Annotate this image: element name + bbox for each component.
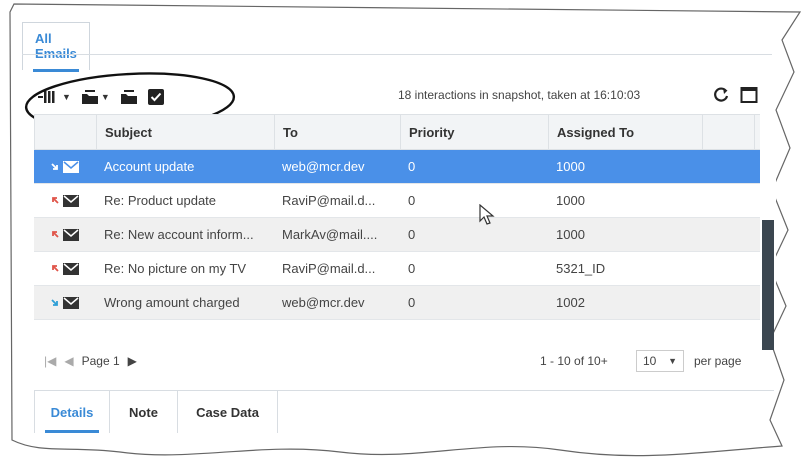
tab-divider: [22, 54, 772, 55]
table-row[interactable]: Account update web@mcr.dev 0 1000: [34, 150, 774, 184]
cell-assigned-to: 1002: [556, 295, 585, 310]
header-spare: [703, 115, 755, 149]
cell-priority: 0: [408, 193, 416, 208]
tab-all-emails-label: All Emails: [35, 31, 77, 61]
table-row[interactable]: Re: No picture on my TV RaviP@mail.d... 0 5…: [34, 252, 774, 286]
active-tab-indicator: [45, 430, 99, 433]
cell-assigned-to: 1000: [556, 159, 585, 174]
tab-note-label: Note: [129, 404, 158, 420]
cell-to: web@mcr.dev: [282, 159, 365, 174]
tab-note[interactable]: Note: [110, 391, 178, 433]
cell-subject: Account update: [104, 159, 195, 174]
cell-spare: [702, 218, 754, 251]
email-icon: [63, 296, 79, 309]
cell-spare: [702, 286, 754, 319]
email-icon: [63, 160, 79, 173]
cell-spare: [702, 184, 754, 217]
cell-priority: 0: [408, 295, 416, 310]
cell-assigned-to: 5321_ID: [556, 261, 606, 276]
table-row[interactable]: Wrong amount charged web@mcr.dev 0 1002: [34, 286, 774, 320]
cell-to: RaviP@mail.d...: [282, 261, 376, 276]
previous-page-icon[interactable]: ◀: [64, 354, 73, 368]
cell-assigned-to: 1000: [556, 227, 585, 242]
cell-priority: 0: [408, 227, 416, 242]
tab-details[interactable]: Details: [34, 391, 110, 433]
cell-assigned-to: 1000: [556, 193, 585, 208]
row-status: [34, 252, 96, 285]
outbound-arrow-icon: [52, 231, 59, 238]
cell-subject: Wrong amount charged: [104, 295, 240, 310]
cell-subject: Re: No picture on my TV: [104, 261, 247, 276]
tab-details-label: Details: [50, 404, 94, 420]
cell-priority: 0: [408, 159, 416, 174]
inbound-arrow-icon: [51, 299, 58, 306]
cell-to: RaviP@mail.d...: [282, 193, 376, 208]
row-status: [34, 150, 96, 183]
email-icon: [63, 228, 79, 241]
cell-subject: Re: New account inform...: [104, 227, 254, 242]
mouse-cursor-icon: [479, 204, 495, 225]
table-row[interactable]: Re: Product update RaviP@mail.d... 0 1000: [34, 184, 774, 218]
per-page-label: per page: [694, 354, 742, 368]
refresh-icon[interactable]: [712, 86, 730, 107]
outbound-arrow-icon: [52, 197, 59, 204]
header-subject[interactable]: Subject: [97, 115, 275, 149]
snapshot-status: 18 interactions in snapshot, taken at 16…: [398, 88, 641, 102]
table-header: Subject To Priority Assigned To: [34, 114, 774, 150]
first-page-icon[interactable]: |◀: [44, 354, 56, 368]
maximize-icon[interactable]: [740, 86, 758, 107]
bottom-tabbar: Details Note Case Data: [34, 390, 774, 435]
header-assigned-to[interactable]: Assigned To: [549, 115, 703, 149]
outbound-arrow-icon: [52, 265, 59, 272]
email-icon: [63, 262, 79, 275]
page-label: Page 1: [81, 354, 120, 368]
tab-case-data[interactable]: Case Data: [178, 391, 278, 433]
inbound-arrow-icon: [51, 163, 58, 170]
page-size-select[interactable]: 10 ▼: [636, 350, 684, 372]
cell-spare: [702, 150, 754, 183]
next-page-icon[interactable]: ▶: [128, 354, 137, 368]
scrollbar-thumb[interactable]: [762, 220, 774, 350]
cell-subject: Re: Product update: [104, 193, 217, 208]
pager: |◀ ◀ Page 1 ▶ 1 - 10 of 10+ 10 ▼ per pag…: [34, 350, 774, 376]
header-to[interactable]: To: [275, 115, 401, 149]
row-status: [34, 184, 96, 217]
interactions-table: Subject To Priority Assigned To Account …: [34, 114, 774, 320]
chevron-down-icon: ▼: [668, 356, 677, 366]
cell-to: web@mcr.dev: [282, 295, 365, 310]
row-status: [34, 218, 96, 251]
table-row[interactable]: Re: New account inform... MarkAv@mail....…: [34, 218, 774, 252]
cell-priority: 0: [408, 261, 416, 276]
cell-spare: [702, 252, 754, 285]
email-icon: [63, 194, 79, 207]
row-status: [34, 286, 96, 319]
header-priority[interactable]: Priority: [401, 115, 549, 149]
page-size-value: 10: [643, 354, 657, 368]
tab-case-data-label: Case Data: [196, 404, 259, 420]
cell-to: MarkAv@mail....: [282, 227, 378, 242]
record-count: 1 - 10 of 10+: [540, 354, 608, 368]
header-status: [35, 115, 97, 149]
